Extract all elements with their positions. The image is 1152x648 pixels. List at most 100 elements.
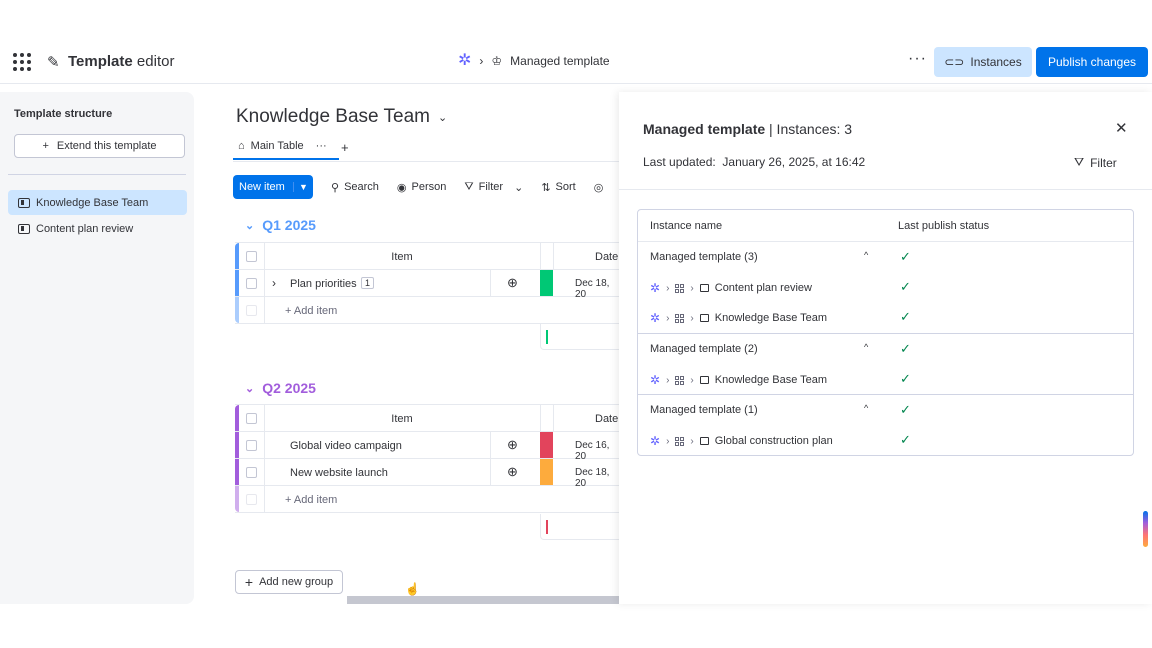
board-icon: [18, 197, 30, 208]
sort-button[interactable]: ⇅ Sort: [541, 181, 575, 194]
hide-icon[interactable]: ◎: [594, 181, 604, 194]
instance-group-row[interactable]: Managed template (1) ^ ✓: [638, 395, 1133, 425]
instance-board-row[interactable]: ✲ › › Knowledge Base Team ✓: [638, 302, 1133, 332]
top-bar: ✎ Template editor ✲ › ♔ Managed template…: [0, 40, 1152, 84]
group-header-q1[interactable]: ⌄ Q1 2025: [245, 217, 316, 233]
board-icon: [699, 314, 709, 322]
divider: [619, 189, 1152, 190]
chevron-down-icon[interactable]: ⌄: [514, 181, 523, 194]
instance-board-row[interactable]: ✲ › › Content plan review ✓: [638, 272, 1133, 302]
add-view-icon[interactable]: +: [341, 140, 349, 155]
plus-icon: +: [42, 140, 49, 152]
summary-cell: [540, 514, 619, 540]
select-all-checkbox[interactable]: [246, 413, 257, 424]
select-all-checkbox[interactable]: [246, 251, 257, 262]
column-header-publish-status: Last publish status: [898, 220, 990, 232]
row-checkbox[interactable]: [246, 467, 257, 478]
column-header-date[interactable]: Date: [595, 251, 618, 263]
instance-group-row[interactable]: Managed template (3) ^ ✓: [638, 242, 1133, 272]
check-icon: ✓: [900, 402, 911, 417]
person-icon: ◉: [396, 181, 407, 194]
status-cell[interactable]: [540, 459, 553, 485]
template-structure-title: Template structure: [14, 108, 113, 120]
cursor-icon: ☝: [405, 582, 420, 596]
extend-template-button[interactable]: + Extend this template: [14, 134, 185, 158]
more-options-icon[interactable]: ···: [908, 50, 927, 68]
chevron-up-icon[interactable]: ^: [864, 342, 868, 352]
column-header-item[interactable]: Item: [264, 251, 540, 263]
person-button[interactable]: ◉ Person: [397, 181, 446, 194]
item-name[interactable]: Global video campaign: [290, 440, 402, 452]
chevron-up-icon[interactable]: ^: [864, 250, 868, 260]
check-icon: ✓: [900, 341, 911, 356]
add-item-row[interactable]: + Add item: [235, 486, 619, 513]
instances-table: Instance name Last publish status Manage…: [637, 209, 1134, 456]
instance-board-row[interactable]: ✲ › › Knowledge Base Team ✓: [638, 364, 1133, 394]
publish-changes-button[interactable]: Publish changes: [1036, 47, 1148, 77]
status-cell[interactable]: [540, 432, 553, 458]
instances-button[interactable]: ⊂⊃ Instances: [934, 47, 1032, 77]
workspace-logo-icon: ✲: [650, 311, 661, 325]
add-update-icon[interactable]: ⊕: [507, 275, 518, 291]
workspace-icon: [675, 313, 685, 323]
column-header-item[interactable]: Item: [264, 413, 540, 425]
tab-more-icon[interactable]: ···: [316, 140, 327, 152]
add-update-icon[interactable]: ⊕: [507, 464, 518, 480]
search-button[interactable]: ⚲ Search: [331, 181, 379, 194]
workspace-logo-icon: ✲: [650, 281, 661, 295]
row-checkbox[interactable]: [246, 440, 257, 451]
table-row[interactable]: › Plan priorities 1 ⊕ Dec 18, 20: [235, 270, 619, 300]
check-icon: ✓: [900, 279, 911, 294]
filter-button[interactable]: ⛛ Filter ⌄: [464, 181, 523, 194]
chevron-up-icon[interactable]: ^: [864, 403, 868, 413]
chevron-down-icon[interactable]: ⌄: [245, 382, 254, 395]
add-item-row[interactable]: + Add item: [235, 297, 619, 324]
status-cell[interactable]: [540, 270, 553, 296]
table-header-row: Item Date: [235, 405, 619, 432]
active-tab-indicator: [233, 158, 339, 160]
breadcrumb-label[interactable]: Managed template: [510, 54, 609, 68]
chevron-down-icon[interactable]: ▼: [293, 182, 313, 192]
board-icon: [699, 376, 709, 384]
chevron-down-icon: ⌄: [438, 111, 448, 124]
magic-wand-icon: ✎: [47, 54, 60, 71]
column-header-date[interactable]: Date: [595, 413, 618, 425]
crown-icon: ♔: [491, 54, 503, 68]
summary-cell: [540, 324, 619, 350]
table-row[interactable]: Global video campaign ⊕ Dec 16, 20: [235, 432, 619, 462]
add-new-group-button[interactable]: + Add new group: [235, 570, 343, 594]
close-icon[interactable]: ✕: [1115, 119, 1128, 137]
instance-board-row[interactable]: ✲ › › Global construction plan ✓: [638, 425, 1133, 455]
chevron-right-icon: ›: [666, 282, 670, 294]
chevron-right-icon: ›: [690, 312, 694, 324]
check-icon: ✓: [900, 432, 911, 447]
workspace-icon: [675, 436, 685, 446]
instance-group-row[interactable]: Managed template (2) ^ ✓: [638, 334, 1133, 364]
panel-filter-button[interactable]: ⛛ Filter: [1074, 155, 1117, 170]
table-row[interactable]: New website launch ⊕ Dec 18, 20: [235, 459, 619, 489]
add-item-label[interactable]: + Add item: [285, 305, 337, 317]
horizontal-scrollbar[interactable]: [347, 596, 619, 604]
structure-item-content-plan[interactable]: Content plan review: [8, 216, 187, 241]
chevron-down-icon[interactable]: ⌄: [245, 219, 254, 232]
group-header-q2[interactable]: ⌄ Q2 2025: [245, 380, 316, 396]
apps-grid-icon[interactable]: [13, 53, 31, 71]
board-icon: [18, 223, 30, 234]
workspace-logo-icon: ✲: [650, 373, 661, 387]
new-item-button[interactable]: New item ▼: [233, 175, 313, 199]
column-header-instance-name: Instance name: [650, 220, 723, 232]
divider: [233, 161, 619, 162]
template-structure-panel: Template structure + Extend this templat…: [0, 92, 194, 604]
row-checkbox[interactable]: [246, 278, 257, 289]
structure-item-knowledge-base[interactable]: Knowledge Base Team: [8, 190, 187, 215]
board-title[interactable]: Knowledge Base Team ⌄: [236, 106, 447, 128]
sort-icon: ⇅: [541, 181, 551, 194]
expand-subitems-icon[interactable]: ›: [272, 276, 276, 290]
home-icon: ⌂: [238, 140, 245, 152]
chevron-right-icon: ›: [690, 374, 694, 386]
item-name[interactable]: Plan priorities: [290, 278, 357, 290]
item-name[interactable]: New website launch: [290, 467, 388, 479]
tab-main-table[interactable]: ⌂ Main Table ···: [238, 140, 327, 152]
add-item-label[interactable]: + Add item: [285, 494, 337, 506]
add-update-icon[interactable]: ⊕: [507, 437, 518, 453]
